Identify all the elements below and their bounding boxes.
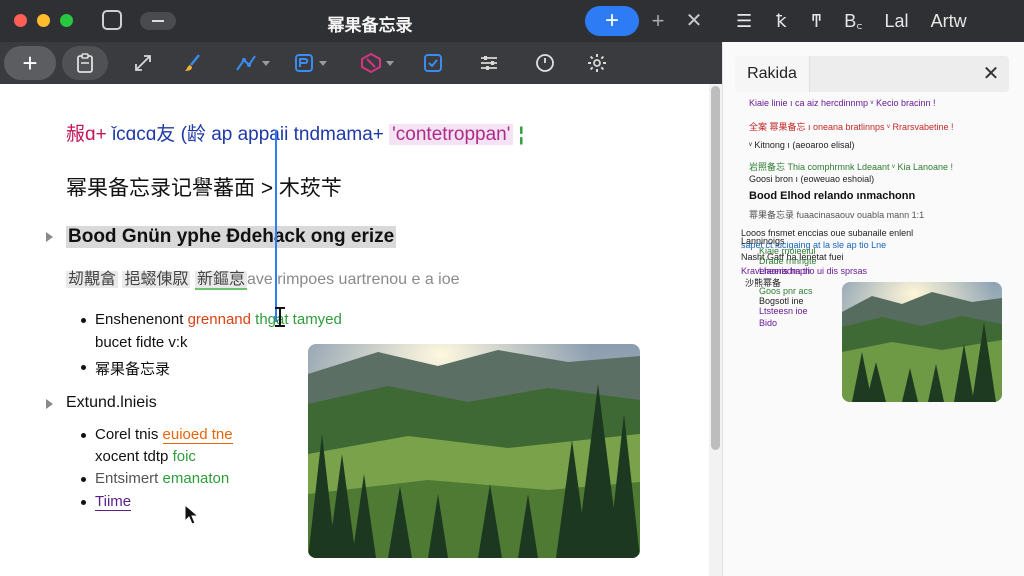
list-item[interactable]: Entsimert emanaton	[80, 470, 230, 487]
list-item[interactable]: 幂果备忘录	[80, 358, 170, 379]
window-title: 幂果备忘录	[327, 16, 413, 35]
scissor-icon[interactable]: ꝁ	[776, 11, 787, 32]
list-item-red: grennand	[187, 311, 251, 328]
text-cursor	[275, 130, 277, 322]
text-icon[interactable]: ͳ	[811, 11, 823, 32]
graph-tool-icon[interactable]	[230, 46, 274, 80]
inspector-line: Bido	[759, 318, 778, 328]
inspector-line: Drade rrinngte	[759, 256, 817, 266]
breadcrumb[interactable]: 幂果备忘录记譽蕃面 > 木莰苄	[66, 172, 342, 202]
close-window-button[interactable]	[14, 14, 27, 27]
expand-icon[interactable]	[128, 46, 158, 80]
minimize-window-button[interactable]	[37, 14, 50, 27]
text-cursor-icon	[275, 307, 285, 327]
title-bar: 幂果备忘录 + + ✕	[0, 0, 722, 42]
inspector-line: Ltsteesn ioe	[759, 306, 808, 316]
inspector-line: Kiaie rnoieeiul	[759, 246, 816, 256]
landscape-thumbnail[interactable]	[842, 282, 1002, 402]
inspector-line: 全案 幂果备忘 ı oneana bratlinnps ᵛ Rrarsvabet…	[749, 122, 954, 132]
list-item[interactable]: Corel tnis euioed tne	[81, 426, 233, 444]
clock-icon[interactable]	[530, 46, 560, 80]
brush-icon[interactable]	[178, 46, 208, 80]
subtitle-part-a: 刼覯畣	[66, 271, 119, 288]
inspector-line: Bood Elhod relando ınmachonn	[749, 190, 916, 202]
label-button[interactable]: Lal	[885, 11, 909, 32]
subtitle-line[interactable]: 刼覯畣 挹蝃倲叞 新鏂恴 ave rimpoes uartrenou e a io…	[66, 265, 460, 290]
bold-button[interactable]: B꜀	[844, 9, 862, 33]
inspector-line: 岩照备忘 Thia comphrmnk Ldeaant ᵛ Kia Lanoan…	[749, 162, 953, 172]
inspector-line: Goosi bron ı (eoweuao eshoial)	[749, 174, 875, 184]
checkbox-icon[interactable]	[418, 46, 448, 80]
list-item-green: thgat tamyed	[250, 311, 342, 328]
close-panel-icon[interactable]: ✕	[979, 60, 1003, 88]
line1-prefix: 赧ɑ+	[66, 124, 107, 145]
adjust-icon[interactable]	[474, 46, 504, 80]
mouse-pointer-icon	[184, 504, 200, 525]
list-icon[interactable]: ☰	[736, 11, 752, 32]
subheading[interactable]: Extund.lnieis	[66, 394, 157, 412]
subtitle-part-c: 新鏂恴	[194, 271, 247, 290]
subtitle-part-b: 挹蝃倲叞	[122, 271, 191, 288]
line1-text: ǐcɑcɑ友 (龄 ap appaii tndmama+	[106, 124, 390, 145]
list-item[interactable]: Tiime	[80, 493, 132, 511]
list-item-continuation[interactable]: bucet fidte v:k	[95, 334, 188, 351]
sidebar-toggle-icon[interactable]	[102, 10, 122, 30]
line1-suffix: ¦	[513, 124, 524, 145]
new-tab-button[interactable]: +	[648, 8, 668, 34]
frame-tool-icon[interactable]	[288, 46, 332, 80]
inspector-line: 幂果备忘录 fuaacinasaouv ouabla mann 1:1	[749, 210, 925, 220]
ghost-text: ave rimpoes uartrenou e a ioe	[246, 271, 460, 288]
clipboard-icon[interactable]	[62, 46, 108, 80]
list-item-continuation[interactable]: xocent tdtp foic	[95, 448, 196, 465]
list-item-link[interactable]: Tiime	[95, 493, 132, 511]
inspector-toolbar: ☰ ꝁ ͳ B꜀ Lal Artw	[722, 0, 1024, 42]
inspector-tab: Rakida ✕	[735, 56, 1009, 92]
landscape-photo[interactable]	[308, 344, 640, 558]
inspector-line: Lheeradrnpri	[759, 266, 811, 276]
zoom-window-button[interactable]	[60, 14, 73, 27]
list-item-green: emanaton	[162, 470, 230, 487]
collapse-arrow-icon[interactable]	[46, 399, 53, 409]
list-item-text: Corel tnis	[95, 426, 163, 443]
scrollbar-thumb[interactable]	[711, 86, 720, 450]
inspector-line: Lanninoigs	[741, 236, 785, 246]
inspector-panel: Rakida ✕ Kiaie linie ı ca aiz hercdinnmp…	[722, 42, 1024, 576]
artwork-button[interactable]: Artw	[931, 11, 967, 32]
inspector-line: Bogsotl ine	[759, 296, 804, 306]
settings-gear-icon[interactable]	[582, 46, 612, 80]
collapse-button[interactable]	[140, 12, 176, 30]
inline-tag[interactable]: 'contetroppan'	[389, 124, 514, 145]
section-heading[interactable]: Bood Gnün yphe Ɖdehack ong erize	[66, 226, 397, 248]
list-item-green: foic	[172, 448, 196, 465]
add-block-button[interactable]: +	[4, 46, 56, 80]
list-item[interactable]: Enshenenont grennand thgat tamyed	[81, 311, 342, 328]
inspector-line: ᵛ Kitnong ı (aeoaroo elisal)	[749, 140, 855, 150]
list-item-text: Entsimert	[95, 470, 163, 487]
collapse-arrow-icon[interactable]	[46, 232, 53, 242]
formatting-toolbar: +	[0, 42, 722, 84]
inspector-line: Goos pnr acs	[759, 286, 813, 296]
tab-label[interactable]: Rakida	[735, 56, 810, 92]
inspector-line: Kiaie linie ı ca aiz hercdinnmp ᵛ Kecio …	[749, 98, 936, 108]
title-line[interactable]: 赧ɑ+ ǐcɑcɑ友 (龄 ap appaii tndmama+ 'contet…	[66, 119, 524, 146]
shape-tool-icon[interactable]	[355, 46, 399, 80]
list-item-text: Enshenenont	[95, 311, 188, 328]
list-item-link[interactable]: euioed tne	[162, 426, 233, 444]
new-note-button[interactable]: +	[585, 6, 639, 36]
list-item-text: xocent tdtp	[95, 448, 173, 465]
close-tab-icon[interactable]: ✕	[684, 8, 704, 34]
